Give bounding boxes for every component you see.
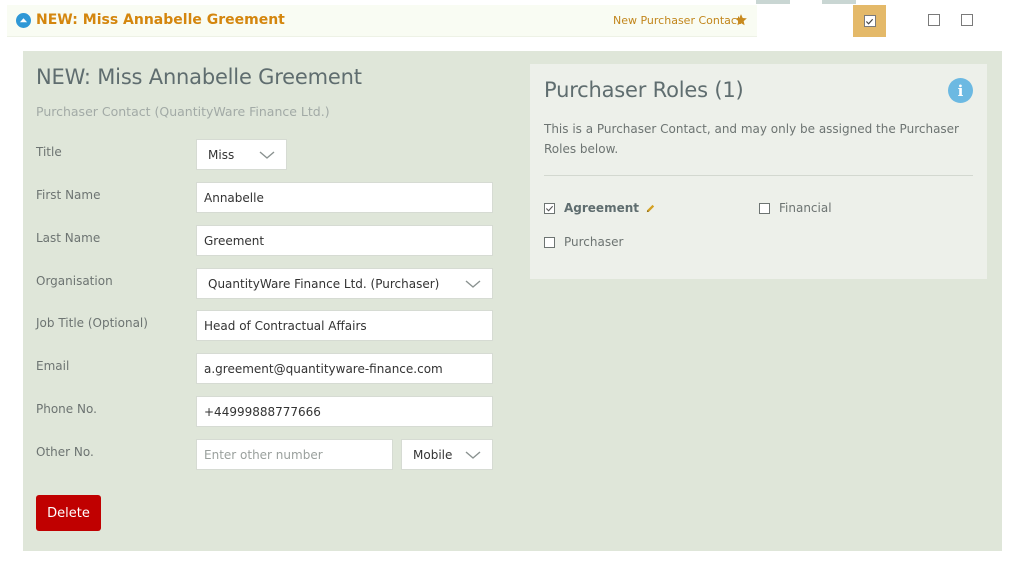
- phone-input[interactable]: +44999888777666: [196, 396, 493, 427]
- pencil-icon[interactable]: [645, 203, 656, 214]
- role-label: Purchaser: [564, 235, 624, 249]
- organisation-select-value: QuantityWare Finance Ltd. (Purchaser): [208, 276, 440, 291]
- top-tick: [756, 0, 790, 4]
- job-title-input[interactable]: Head of Contractual Affairs: [196, 310, 493, 341]
- roles-description: This is a Purchaser Contact, and may onl…: [544, 122, 959, 156]
- title-select-value: Miss: [208, 147, 235, 162]
- organisation-select[interactable]: QuantityWare Finance Ltd. (Purchaser): [196, 268, 493, 299]
- page-subtitle: Purchaser Contact (QuantityWare Finance …: [36, 104, 330, 119]
- record-header: NEW: Miss Annabelle Greement New Purchas…: [7, 5, 1017, 37]
- option-checkbox[interactable]: [928, 14, 940, 26]
- role-checkbox[interactable]: [544, 202, 555, 214]
- email-input[interactable]: a.greement@quantityware-finance.com: [196, 353, 493, 384]
- select-checkbox[interactable]: [863, 15, 876, 27]
- chevron-down-icon: [465, 279, 481, 288]
- first-name-input[interactable]: Annabelle: [196, 182, 493, 213]
- page-title: NEW: Miss Annabelle Greement: [36, 65, 362, 89]
- organisation-label: Organisation: [36, 274, 113, 288]
- phone-label: Phone No.: [36, 402, 97, 416]
- checkmark-icon: [865, 18, 874, 25]
- select-checkbox-cell[interactable]: [853, 5, 886, 37]
- other-number-input[interactable]: Enter other number: [196, 439, 393, 470]
- delete-button[interactable]: Delete: [36, 495, 101, 531]
- header-right-panel: [757, 5, 1017, 37]
- email-label: Email: [36, 359, 70, 373]
- other-number-type-select[interactable]: Mobile: [401, 439, 493, 470]
- roles-title: Purchaser Roles (1): [544, 78, 744, 102]
- divider: [544, 175, 973, 176]
- first-name-label: First Name: [36, 188, 101, 202]
- collapse-button[interactable]: [16, 13, 31, 28]
- header-title: NEW: Miss Annabelle Greement: [36, 12, 285, 28]
- other-number-label: Other No.: [36, 445, 94, 459]
- checkmark-icon: [545, 205, 554, 212]
- role-label: Agreement: [564, 201, 639, 215]
- role-label: Financial: [779, 201, 832, 215]
- role-checkbox[interactable]: [759, 202, 770, 214]
- other-number-type-value: Mobile: [413, 447, 453, 462]
- contact-type-label: New Purchaser Contact: [613, 14, 742, 27]
- last-name-input[interactable]: Greement: [196, 225, 493, 256]
- info-icon[interactable]: i: [948, 78, 973, 103]
- role-checkbox[interactable]: [544, 236, 555, 248]
- role-financial[interactable]: Financial: [759, 201, 832, 215]
- top-tick: [822, 0, 856, 4]
- collapse-up-icon: [19, 18, 28, 23]
- star-icon: [735, 14, 747, 26]
- purchaser-roles-panel: Purchaser Roles (1) i This is a Purchase…: [530, 64, 987, 279]
- job-title-label: Job Title (Optional): [36, 316, 148, 330]
- role-agreement[interactable]: Agreement: [544, 201, 656, 215]
- option-checkbox[interactable]: [961, 14, 973, 26]
- chevron-down-icon: [259, 150, 275, 159]
- last-name-label: Last Name: [36, 231, 101, 245]
- title-label: Title: [36, 145, 62, 159]
- title-select[interactable]: Miss: [196, 139, 287, 170]
- top-rule: [0, 0, 1024, 4]
- role-purchaser[interactable]: Purchaser: [544, 235, 623, 249]
- chevron-down-icon: [465, 450, 481, 459]
- contact-form-panel: NEW: Miss Annabelle Greement Purchaser C…: [23, 51, 1002, 551]
